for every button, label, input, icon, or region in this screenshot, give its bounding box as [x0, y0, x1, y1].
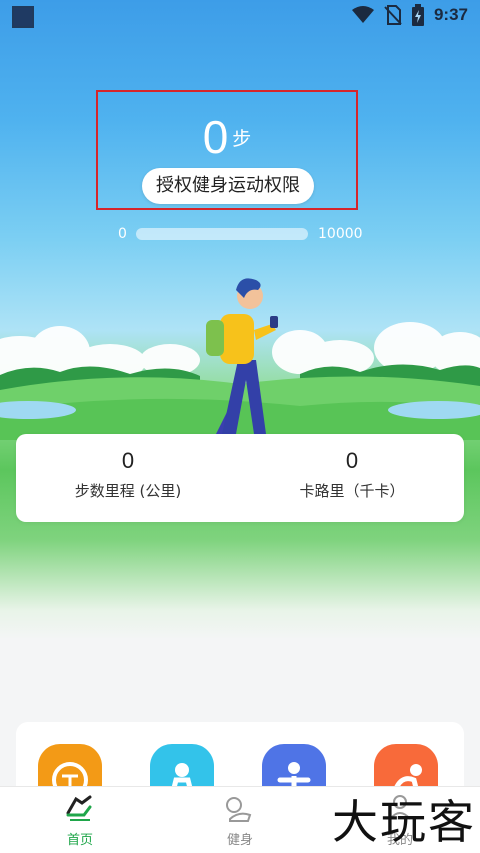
fitness-icon [226, 797, 252, 822]
no-sim-icon [384, 5, 402, 25]
clock: 9:37 [433, 5, 468, 24]
watermark: 大玩客 [332, 795, 476, 849]
steps-panel: 0步 授权健身运动权限 [96, 90, 358, 210]
tab-fitness[interactable]: 健身 [180, 787, 300, 853]
tab-home[interactable]: 首页 [20, 787, 140, 853]
notification-icon [12, 6, 34, 28]
tab-home-label: 首页 [66, 833, 93, 848]
calories-label: 卡路里（千卡） [299, 482, 405, 500]
running-shoe-icon [66, 795, 92, 821]
progress-max-label: 10000 [318, 226, 363, 242]
distance-value: 0 [121, 448, 135, 473]
calories-value: 0 [345, 448, 359, 473]
walking-scene-illustration [0, 278, 480, 440]
progress-min-label: 0 [118, 226, 127, 242]
stats-card: 0 步数里程 (公里) 0 卡路里（千卡） [16, 434, 464, 522]
step-count-value: 0 [202, 111, 229, 163]
distance-label: 步数里程 (公里) [74, 482, 182, 500]
status-icons: 9:37 [351, 4, 468, 26]
step-goal-progress: 0 10000 [118, 224, 368, 244]
tab-fitness-label: 健身 [226, 833, 253, 848]
wifi-icon [351, 6, 374, 23]
authorize-fitness-button[interactable]: 授权健身运动权限 [142, 168, 314, 204]
step-count: 0步 [98, 110, 356, 164]
battery-charging-icon [411, 4, 424, 26]
status-bar: 9:37 [0, 0, 480, 34]
progress-track [136, 228, 308, 240]
distance-stat: 0 步数里程 (公里) [16, 448, 240, 501]
step-count-unit: 步 [232, 127, 252, 150]
calories-stat: 0 卡路里（千卡） [240, 448, 464, 501]
